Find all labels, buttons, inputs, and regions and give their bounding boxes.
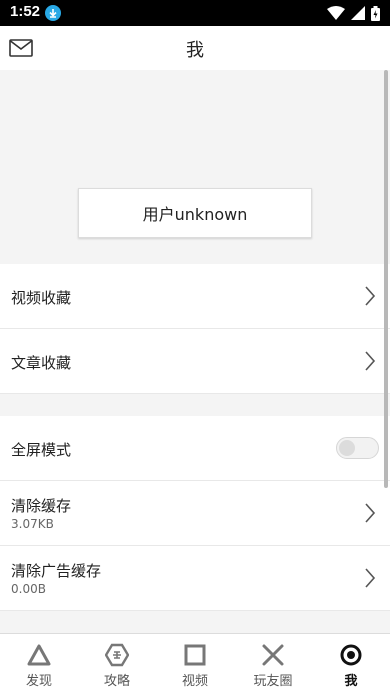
tab-videos-label: 视频 (181, 674, 208, 689)
status-time: 1:52 (10, 3, 41, 20)
cross-icon (262, 644, 284, 666)
triangle-icon (27, 644, 51, 666)
clear-ad-cache-size: 0.00B (11, 582, 46, 596)
fullscreen-mode-label: 全屏模式 (11, 441, 72, 459)
tab-discover-label: 发现 (25, 674, 52, 689)
chevron-right-icon (365, 503, 376, 523)
username-button[interactable]: 用户unknown (78, 188, 312, 238)
video-favorites-row[interactable]: 视频收藏 (0, 264, 390, 329)
battery-icon (371, 5, 380, 21)
tab-videos[interactable]: 视频 (156, 634, 234, 693)
bottom-nav: 发现 攻略 视频 玩友圈 我 (0, 633, 390, 693)
download-icon (45, 5, 61, 21)
section-divider (0, 394, 390, 416)
tab-friends-label: 玩友圈 (253, 674, 293, 689)
profile-section: 用户unknown (0, 70, 390, 264)
tab-discover[interactable]: 发现 (0, 634, 78, 693)
clear-cache-row[interactable]: 清除缓存 3.07KB (0, 481, 390, 546)
tab-me[interactable]: 我 (312, 634, 390, 693)
video-favorites-label: 视频收藏 (11, 289, 72, 307)
wifi-icon (327, 6, 345, 20)
status-icons (327, 5, 380, 21)
square-icon (184, 644, 206, 666)
clear-cache-label: 清除缓存 (11, 497, 72, 515)
fullscreen-mode-row: 全屏模式 (0, 416, 390, 481)
clear-ad-cache-label: 清除广告缓存 (11, 562, 102, 580)
article-favorites-row[interactable]: 文章收藏 (0, 329, 390, 394)
chevron-right-icon (365, 568, 376, 588)
app-header: 我 (0, 26, 390, 70)
status-bar: 1:52 (0, 0, 390, 26)
chevron-right-icon (365, 286, 376, 306)
hexagon-icon (105, 643, 129, 667)
article-favorites-label: 文章收藏 (11, 354, 72, 372)
chevron-right-icon (365, 351, 376, 371)
clear-ad-cache-row[interactable]: 清除广告缓存 0.00B (0, 546, 390, 611)
fullscreen-toggle[interactable] (336, 437, 379, 459)
toggle-knob (339, 440, 355, 456)
page-title: 我 (186, 40, 204, 61)
signal-icon (351, 6, 365, 20)
circle-icon (340, 644, 362, 666)
bottom-spacer (0, 611, 390, 633)
tab-guides-label: 攻略 (103, 674, 130, 689)
scrollbar[interactable] (384, 70, 388, 488)
tab-friends[interactable]: 玩友圈 (234, 634, 312, 693)
tab-guides[interactable]: 攻略 (78, 634, 156, 693)
tab-me-label: 我 (344, 674, 358, 689)
clear-cache-size: 3.07KB (11, 517, 54, 531)
